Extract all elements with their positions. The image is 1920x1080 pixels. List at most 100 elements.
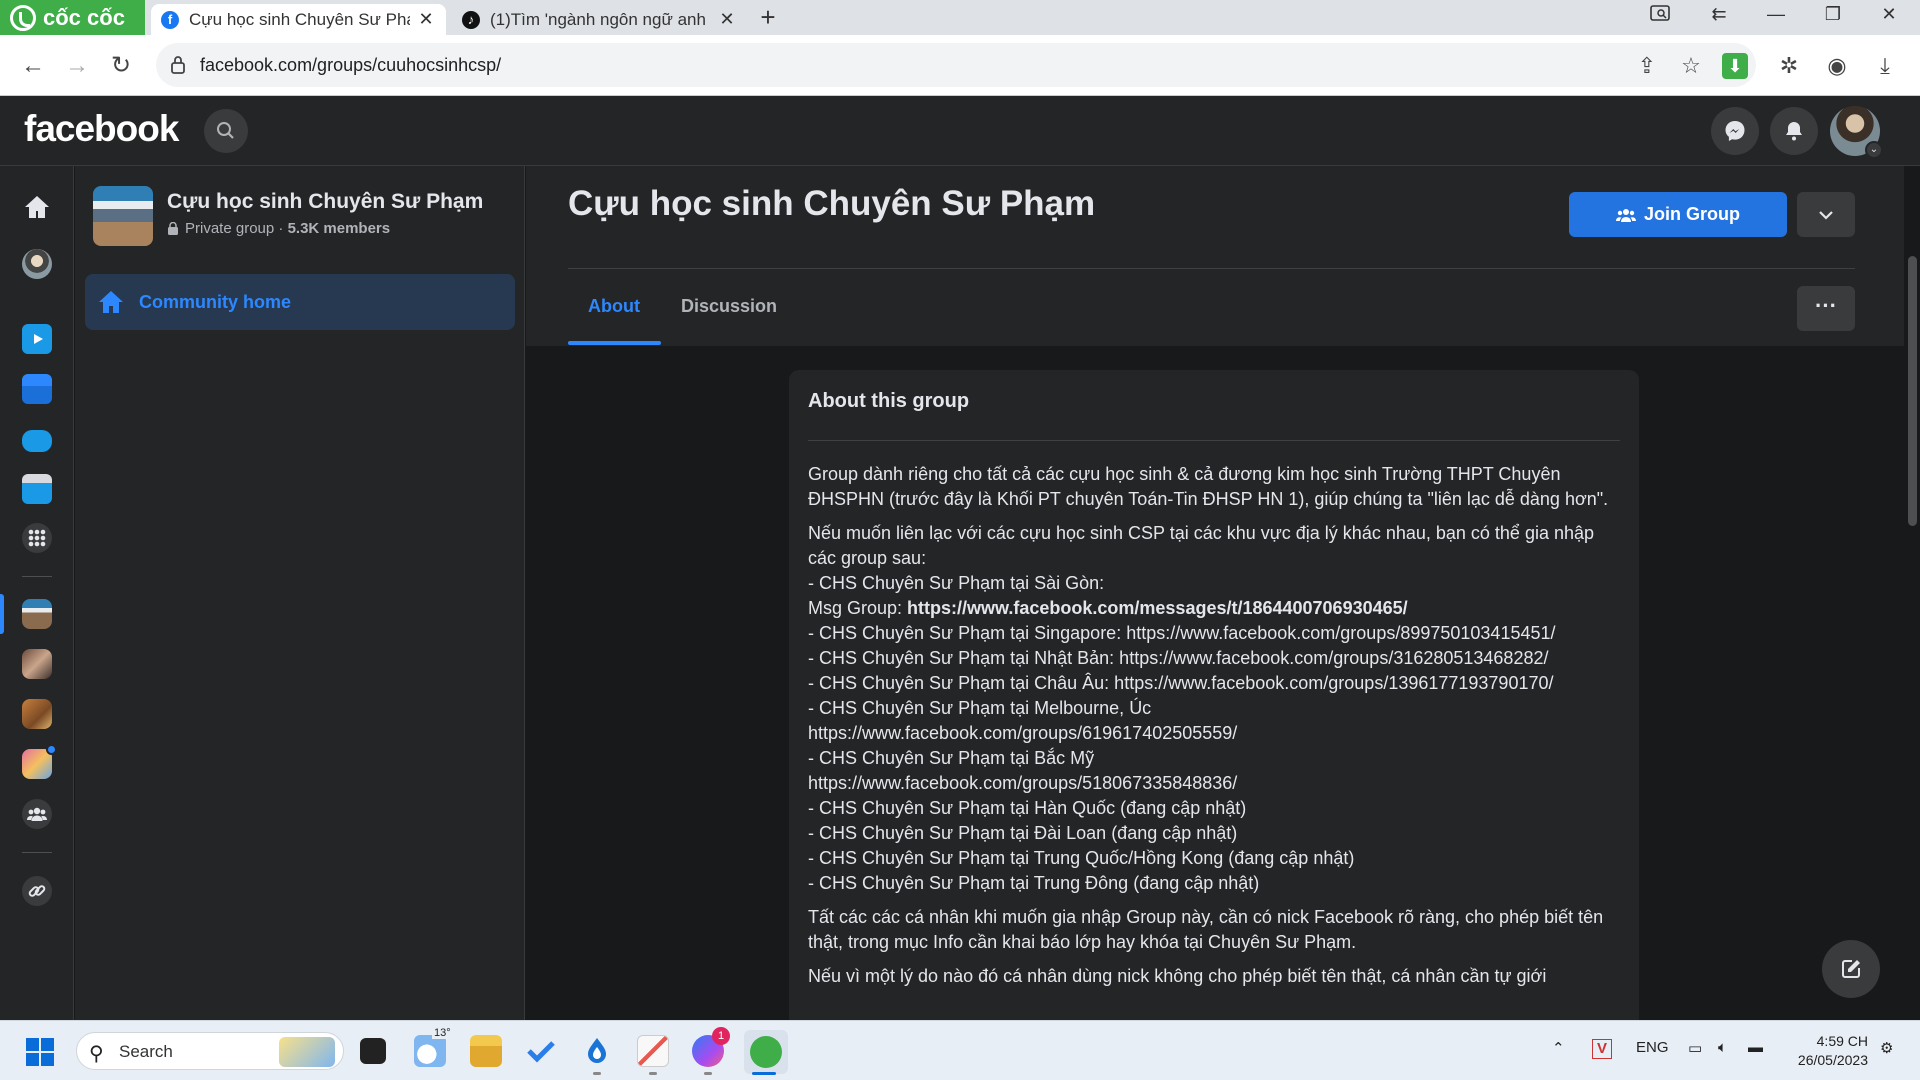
about-line: - CHS Chuyên Sư Phạm tại Trung Quốc/Hồng… bbox=[808, 848, 1355, 868]
app-drop-icon[interactable] bbox=[581, 1035, 613, 1067]
bookmark-star-icon[interactable]: ☆ bbox=[1678, 53, 1704, 79]
browser-tab-tiktok[interactable]: ♪ (1)Tìm 'ngành ngôn ngữ anh ✕ bbox=[452, 4, 747, 35]
coccoc-download-icon[interactable]: ⬇ bbox=[1722, 53, 1748, 79]
member-count[interactable]: 5.3K members bbox=[288, 220, 391, 237]
battery-icon[interactable]: ▬ bbox=[1748, 1039, 1763, 1056]
extensions-icon[interactable]: ✲ bbox=[1776, 53, 1802, 79]
tray-chevron-up-icon[interactable]: ⌃ bbox=[1552, 1039, 1565, 1057]
browser-tab-bar: cốc cốc f Cựu học sinh Chuyên Sư Phạm ✕ … bbox=[0, 0, 1920, 35]
group-shortcut-4[interactable] bbox=[22, 744, 57, 779]
about-line: - CHS Chuyên Sư Phạm tại Nhật Bản: https… bbox=[808, 648, 1549, 668]
compose-icon bbox=[1842, 960, 1860, 978]
group-shortcut-3[interactable] bbox=[22, 699, 52, 729]
msg-group-link[interactable]: https://www.facebook.com/messages/t/1864… bbox=[907, 598, 1408, 618]
coccoc-taskbar-button[interactable] bbox=[744, 1030, 788, 1074]
tab-search-icon[interactable] bbox=[1646, 4, 1676, 30]
coccoc-brand: cốc cốc bbox=[43, 4, 125, 30]
back-icon[interactable]: ← bbox=[18, 51, 48, 81]
about-card: About this group Group dành riêng cho tấ… bbox=[789, 370, 1639, 1070]
new-message-button[interactable] bbox=[1822, 940, 1880, 998]
browser-tab-facebook[interactable]: f Cựu học sinh Chuyên Sư Phạm ✕ bbox=[151, 4, 446, 35]
share-icon[interactable]: ⇪ bbox=[1634, 53, 1660, 79]
about-paragraph: Nếu muốn liên lạc với các cựu học sinh C… bbox=[808, 521, 1618, 896]
lock-icon bbox=[171, 56, 185, 74]
notifications-button[interactable] bbox=[1770, 107, 1818, 155]
minimize-icon[interactable]: — bbox=[1761, 4, 1791, 30]
snipping-tool-icon[interactable] bbox=[637, 1035, 669, 1067]
group-name[interactable]: Cựu học sinh Chuyên Sư Phạm bbox=[167, 190, 483, 214]
facebook-icon: f bbox=[161, 10, 179, 29]
about-line: - CHS Chuyên Sư Phạm tại Melbourne, Úc bbox=[808, 698, 1152, 718]
about-description: Group dành riêng cho tất cả các cựu học … bbox=[808, 462, 1618, 998]
account-avatar[interactable]: ⌄ bbox=[1830, 106, 1883, 159]
facebook-logo[interactable]: facebook bbox=[24, 108, 179, 150]
more-options-button[interactable]: ··· bbox=[1797, 286, 1855, 331]
about-line: https://www.facebook.com/groups/61961740… bbox=[808, 723, 1238, 743]
about-title: About this group bbox=[808, 390, 970, 412]
file-explorer-icon[interactable] bbox=[470, 1035, 502, 1067]
search-button[interactable] bbox=[204, 109, 248, 153]
groups-icon[interactable] bbox=[22, 799, 52, 829]
about-paragraph: Tất các các cá nhân khi muốn gia nhập Gr… bbox=[808, 907, 1604, 952]
messenger-badge: 1 bbox=[712, 1027, 730, 1045]
active-indicator bbox=[0, 594, 4, 634]
new-tab-button[interactable]: + bbox=[755, 2, 781, 32]
close-icon[interactable]: ✕ bbox=[416, 9, 436, 30]
watch-icon[interactable] bbox=[22, 324, 52, 354]
scrollbar[interactable] bbox=[1908, 256, 1917, 526]
url-text: facebook.com/groups/cuuhocsinhcsp/ bbox=[200, 55, 502, 75]
windows-start-icon[interactable] bbox=[26, 1038, 54, 1066]
group-shortcut-2[interactable] bbox=[22, 649, 52, 679]
join-group-button[interactable]: Join Group bbox=[1569, 192, 1787, 237]
gaming-icon[interactable] bbox=[22, 430, 52, 452]
antivirus-tray-icon[interactable]: V bbox=[1592, 1039, 1612, 1059]
lock-icon bbox=[168, 222, 178, 235]
menu-grid-icon[interactable] bbox=[22, 523, 52, 553]
group-header: Cựu học sinh Chuyên Sư Phạm Join Group A… bbox=[526, 166, 1904, 346]
group-thumbnail[interactable] bbox=[93, 186, 153, 246]
rail-divider bbox=[22, 852, 52, 853]
marketplace-icon[interactable] bbox=[22, 374, 52, 404]
home-icon bbox=[99, 291, 123, 313]
tab-discussion[interactable]: Discussion bbox=[681, 296, 777, 317]
link-icon[interactable] bbox=[22, 876, 52, 906]
forward-icon[interactable]: → bbox=[62, 51, 92, 81]
msg-label: Msg Group: bbox=[808, 598, 908, 618]
sidebar-toggle-icon[interactable]: ⇇ bbox=[1704, 4, 1734, 30]
notification-center-icon[interactable]: ⚙ bbox=[1880, 1039, 1893, 1057]
window-close-icon[interactable]: ✕ bbox=[1874, 4, 1904, 30]
people-icon bbox=[1616, 208, 1636, 222]
tab-about[interactable]: About bbox=[588, 296, 640, 317]
network-icon[interactable]: ▭ bbox=[1688, 1039, 1702, 1057]
coccoc-menu-button[interactable]: cốc cốc bbox=[0, 0, 145, 35]
profile-icon[interactable]: ◉ bbox=[1824, 53, 1850, 79]
close-icon[interactable]: ✕ bbox=[717, 9, 737, 30]
downloads-icon[interactable]: ⤓ bbox=[1872, 53, 1898, 79]
messenger-button[interactable] bbox=[1711, 107, 1759, 155]
about-line: - CHS Chuyên Sư Phạm tại Sài Gòn: bbox=[808, 573, 1105, 593]
todo-icon[interactable] bbox=[525, 1035, 557, 1067]
taskbar-clock[interactable]: 4:59 CH 26/05/2023 bbox=[1788, 1032, 1868, 1070]
taskbar-search[interactable]: ⚲ Search bbox=[76, 1032, 344, 1070]
rail-divider bbox=[22, 576, 52, 577]
clock-date: 26/05/2023 bbox=[1797, 1052, 1868, 1068]
memories-icon[interactable] bbox=[22, 474, 52, 504]
messenger-icon bbox=[1725, 121, 1745, 141]
facebook-header: facebook ⌄ bbox=[0, 96, 1920, 166]
language-indicator[interactable]: ENG bbox=[1636, 1039, 1669, 1056]
weather-icon[interactable]: 13° bbox=[414, 1027, 453, 1067]
tab-title: (1)Tìm 'ngành ngôn ngữ anh bbox=[490, 9, 706, 29]
profile-avatar[interactable] bbox=[22, 249, 52, 279]
task-view-icon[interactable] bbox=[360, 1038, 386, 1064]
messenger-app-icon[interactable]: 1 bbox=[692, 1027, 730, 1067]
group-shortcut-csp[interactable] bbox=[22, 599, 52, 629]
clock-time: 4:59 CH bbox=[1816, 1033, 1868, 1049]
coccoc-app-icon bbox=[750, 1036, 782, 1068]
volume-icon[interactable]: 🔈︎ bbox=[1718, 1039, 1727, 1056]
home-icon[interactable] bbox=[22, 192, 52, 222]
community-home-button[interactable]: Community home bbox=[85, 274, 515, 330]
address-bar[interactable]: facebook.com/groups/cuuhocsinhcsp/ bbox=[156, 43, 1756, 87]
restore-icon[interactable]: ❐ bbox=[1818, 4, 1848, 30]
reload-icon[interactable]: ↻ bbox=[106, 51, 136, 81]
group-dropdown-button[interactable] bbox=[1797, 192, 1855, 237]
